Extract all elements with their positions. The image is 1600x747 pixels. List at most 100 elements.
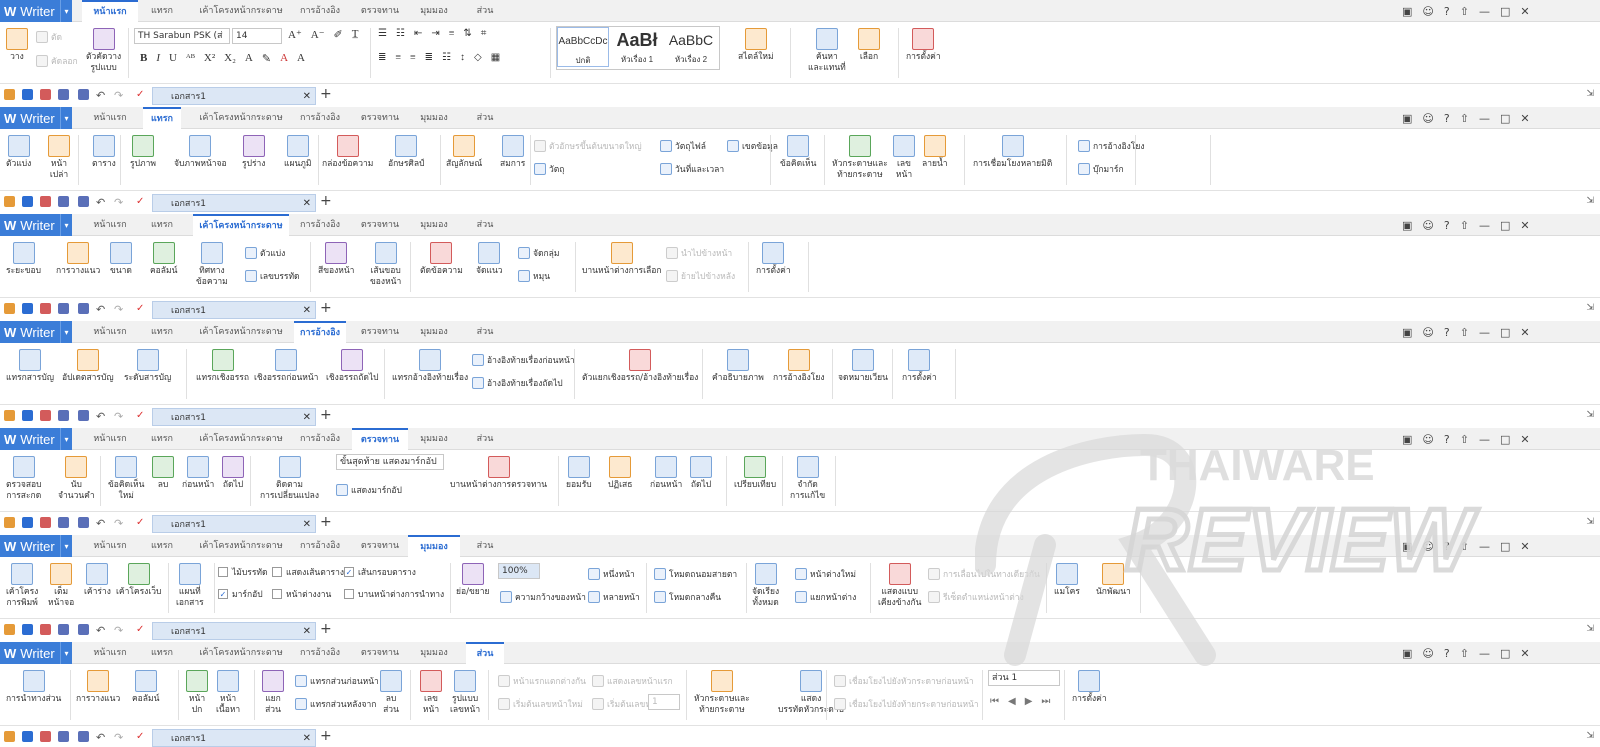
tab-0[interactable]: หน้าแรก: [82, 321, 138, 343]
ribbon-button-3-1[interactable]: อัปเดตสารบัญ: [62, 349, 114, 384]
ribbon-button-4-3[interactable]: ลบ: [152, 456, 174, 491]
export-pdf-icon[interactable]: [40, 196, 51, 207]
open-icon[interactable]: [4, 410, 15, 421]
app-menu-button[interactable]: W Writer ▾: [0, 107, 72, 129]
ribbon-small-5-2[interactable]: หลายหน้า: [588, 590, 640, 604]
tab-5[interactable]: มุมมอง: [408, 0, 460, 22]
view-check-3[interactable]: ✓ มาร์กอัป: [218, 587, 263, 601]
redo-icon[interactable]: ↷: [114, 624, 125, 637]
distribute-icon[interactable]: ☷: [442, 52, 451, 63]
print-icon[interactable]: [58, 410, 69, 421]
pin-icon[interactable]: ✓: [136, 731, 147, 742]
tab-3[interactable]: การอ้างอิง: [294, 535, 346, 557]
tab-1[interactable]: แทรก: [143, 642, 181, 664]
tab-5[interactable]: มุมมอง: [408, 107, 460, 129]
tab-0[interactable]: หน้าแรก: [82, 642, 138, 664]
ribbon-small-6-2[interactable]: หน้าแรกแตกต่างกัน: [498, 674, 586, 688]
tab-6[interactable]: ส่วน: [466, 107, 504, 129]
close-button[interactable]: ✕: [1520, 5, 1529, 18]
tab-list-icon[interactable]: ⇲: [1586, 410, 1594, 420]
redo-icon[interactable]: ↷: [114, 303, 125, 316]
tab-list-icon[interactable]: ⇲: [1586, 89, 1594, 99]
ribbon-small-3-0[interactable]: อ้างอิงท้ายเรื่องก่อนหน้า: [472, 353, 575, 367]
tab-6[interactable]: ส่วน: [466, 321, 504, 343]
minimize-button[interactable]: —: [1479, 540, 1490, 553]
view-check-0[interactable]: ไม้บรรทัด: [218, 565, 268, 579]
char-shading-icon[interactable]: A: [297, 52, 305, 65]
print-preview-icon[interactable]: [78, 410, 89, 421]
ribbon-small-6-1[interactable]: แทรกส่วนหลังจาก: [295, 697, 376, 711]
save-icon[interactable]: [22, 624, 33, 635]
ribbon-button-3-0[interactable]: แทรกสารบัญ: [6, 349, 54, 384]
strike-icon[interactable]: ᴬᴮ: [186, 52, 195, 65]
skin-icon[interactable]: ▣: [1402, 219, 1412, 232]
skin-icon[interactable]: ▣: [1402, 112, 1412, 125]
tab-3[interactable]: การอ้างอิง: [294, 321, 346, 343]
maximize-button[interactable]: □: [1500, 112, 1510, 125]
ribbon-button-4-13[interactable]: จำกัด การแก้ไข: [790, 456, 825, 502]
help-icon[interactable]: ?: [1444, 112, 1450, 125]
help-icon[interactable]: ?: [1444, 326, 1450, 339]
close-tab-icon[interactable]: ✕: [303, 519, 311, 530]
ribbon-button-5-1[interactable]: เต็ม หน้าจอ: [48, 563, 74, 609]
app-menu-button[interactable]: W Writer ▾: [0, 0, 72, 22]
minimize-button[interactable]: —: [1479, 5, 1490, 18]
ribbon-small-5-8[interactable]: รีเซ็ตตำแหน่งหน้าต่าง: [928, 590, 1024, 604]
font-name-select[interactable]: TH Sarabun PSK (ส่: [134, 28, 230, 44]
find-replace-button[interactable]: ค้นหา และแทนที่: [808, 28, 846, 74]
maximize-button[interactable]: □: [1500, 326, 1510, 339]
app-menu-button[interactable]: W Writer ▾: [0, 321, 72, 343]
ribbon-button-5-8[interactable]: แมโคร: [1054, 563, 1080, 598]
ribbon-button-5-5[interactable]: ย่อ/ขยาย: [456, 563, 490, 598]
skin-icon[interactable]: ▣: [1402, 540, 1412, 553]
ribbon-small-1-0[interactable]: ตัวอักษรขึ้นต้นขนาดใหญ่: [534, 139, 642, 153]
tab-4[interactable]: ตรวจทาน: [352, 642, 408, 664]
borders-icon[interactable]: ▦: [491, 52, 500, 63]
ribbon-collapse-icon[interactable]: ⇧: [1460, 326, 1469, 339]
ribbon-button-5-6[interactable]: จัดเรียง ทั้งหมด: [752, 563, 779, 609]
print-preview-icon[interactable]: [78, 731, 89, 742]
ribbon-button-3-5[interactable]: เชิงอรรถถัดไป: [326, 349, 379, 384]
highlight-icon[interactable]: ✎: [262, 52, 271, 65]
ribbon-button-3-3[interactable]: แทรกเชิงอรรถ: [196, 349, 249, 384]
ribbon-button-3-4[interactable]: เชิงอรรถก่อนหน้า: [254, 349, 318, 384]
ribbon-button-4-8[interactable]: ยอมรับ: [566, 456, 592, 491]
ribbon-button-1-0[interactable]: ตัวแบ่ง: [6, 135, 31, 170]
ribbon-button-1-13[interactable]: เลข หน้า: [893, 135, 915, 181]
tab-2[interactable]: เค้าโครงหน้ากระดาษ: [193, 642, 289, 664]
ribbon-button-6-3[interactable]: หน้า ปก: [186, 670, 208, 716]
cut-button[interactable]: ตัด: [36, 30, 62, 44]
justify-icon[interactable]: ≣: [425, 52, 433, 63]
new-tab-icon[interactable]: +: [320, 407, 332, 423]
ribbon-button-2-0[interactable]: ระยะขอบ: [6, 242, 41, 277]
select-button[interactable]: เลือก: [858, 28, 880, 63]
next-section-icon[interactable]: ▶: [1025, 696, 1033, 707]
start-page-number-input[interactable]: 1: [648, 694, 680, 710]
undo-icon[interactable]: ↶: [96, 196, 107, 209]
save-icon[interactable]: [22, 89, 33, 100]
app-menu-button[interactable]: W Writer ▾: [0, 214, 72, 236]
tab-2[interactable]: เค้าโครงหน้ากระดาษ: [193, 107, 289, 129]
ribbon-button-5-2[interactable]: เค้าร่าง: [84, 563, 111, 598]
ribbon-button-6-7[interactable]: เลข หน้า: [420, 670, 442, 716]
tab-list-icon[interactable]: ⇲: [1586, 624, 1594, 634]
app-menu-button[interactable]: W Writer ▾: [0, 642, 72, 664]
tab-1[interactable]: แทรก: [143, 321, 181, 343]
tab-2[interactable]: เค้าโครงหน้ากระดาษ: [193, 214, 289, 236]
tab-5[interactable]: มุมมอง: [408, 428, 460, 450]
ribbon-button-1-2[interactable]: ตาราง: [92, 135, 116, 170]
ribbon-small-5-1[interactable]: หนึ่งหน้า: [588, 567, 635, 581]
ribbon-small-5-4[interactable]: โหมดกลางคืน: [654, 590, 721, 604]
paste-button[interactable]: วาง: [6, 28, 28, 63]
close-button[interactable]: ✕: [1520, 433, 1529, 446]
tab-1[interactable]: แทรก: [143, 535, 181, 557]
ribbon-button-1-3[interactable]: รูปภาพ: [130, 135, 156, 170]
help-icon[interactable]: ?: [1444, 540, 1450, 553]
tab-list-icon[interactable]: ⇲: [1586, 196, 1594, 206]
minimize-button[interactable]: —: [1479, 112, 1490, 125]
show-marks-icon[interactable]: ⇅: [463, 28, 471, 39]
ribbon-small-3-1[interactable]: อ้างอิงท้ายเรื่องถัดไป: [472, 376, 563, 390]
ribbon-button-6-0[interactable]: การนำทางส่วน: [6, 670, 61, 705]
user-icon[interactable]: ☺: [1422, 433, 1433, 446]
ribbon-button-2-6[interactable]: เส้นขอบ ของหน้า: [370, 242, 401, 288]
